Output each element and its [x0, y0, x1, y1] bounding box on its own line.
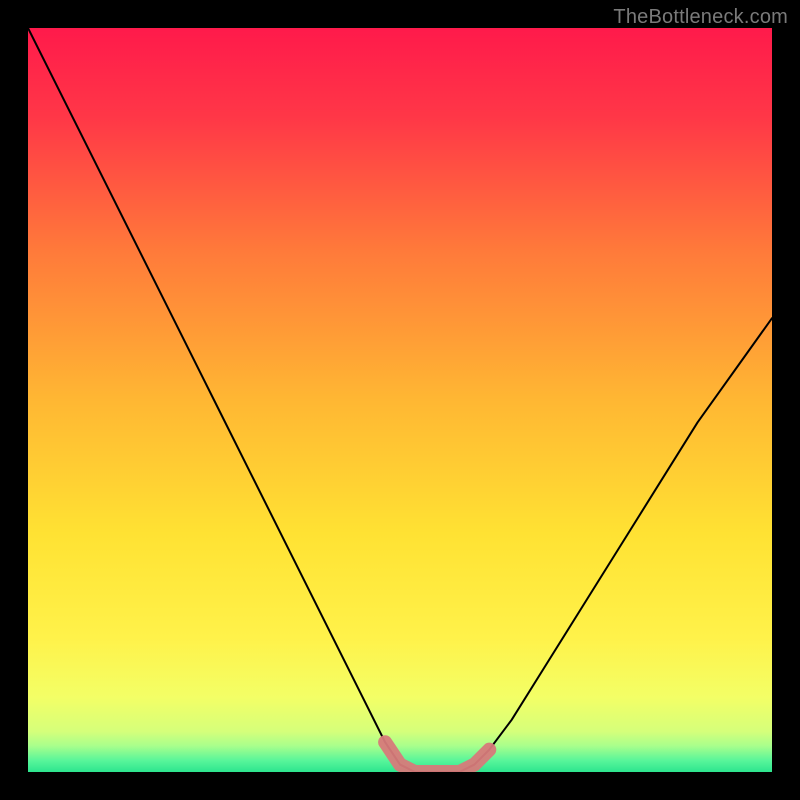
- watermark-text: TheBottleneck.com: [613, 6, 788, 29]
- gradient-background: [28, 28, 772, 772]
- chart-frame: TheBottleneck.com: [0, 0, 800, 800]
- bottleneck-chart: [28, 28, 772, 772]
- plot-area: [28, 28, 772, 772]
